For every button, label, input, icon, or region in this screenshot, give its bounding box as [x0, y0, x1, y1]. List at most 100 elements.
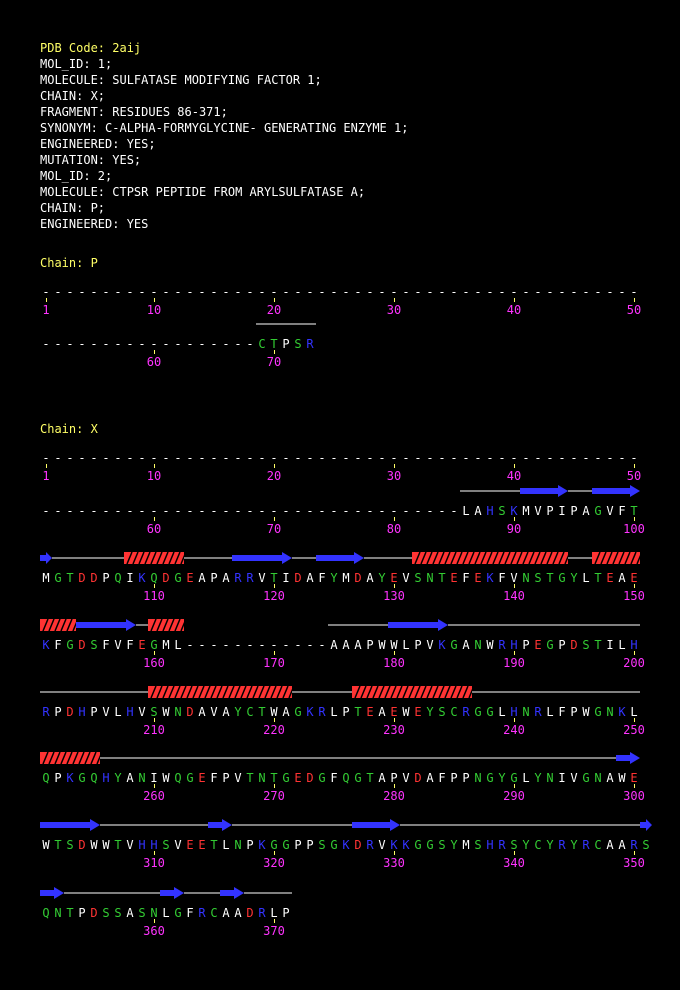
residue: V [402, 571, 410, 585]
gap-residue: - [258, 285, 266, 299]
residue: E [414, 705, 422, 719]
gap-residue: - [90, 337, 98, 351]
residue: A [378, 705, 386, 719]
residue: P [570, 504, 578, 518]
residue: T [270, 771, 278, 785]
gap-residue: - [450, 504, 458, 518]
helix-coil [148, 685, 295, 699]
gap-residue: - [318, 451, 326, 465]
residue: P [78, 906, 86, 920]
residue: F [558, 705, 566, 719]
ruler-tick [634, 651, 635, 655]
residue-number: 60 [146, 355, 162, 369]
residue: A [222, 705, 230, 719]
residue: V [234, 771, 242, 785]
residue: P [342, 705, 350, 719]
residue-number: 250 [623, 723, 645, 737]
sequence-row: KFGDSFVFEGML------------AAAPWWLPVKGANWRH… [0, 614, 680, 670]
residue: D [162, 571, 170, 585]
residue: M [42, 571, 50, 585]
residue: P [54, 771, 62, 785]
gap-residue: - [150, 451, 158, 465]
gap-residue: - [390, 451, 398, 465]
gap-residue: - [114, 451, 122, 465]
residue: D [186, 705, 194, 719]
ruler-tick [154, 851, 155, 855]
residue: D [570, 638, 578, 652]
residue: E [198, 771, 206, 785]
gap-residue: - [630, 451, 638, 465]
residue: H [486, 504, 494, 518]
ruler-tick [274, 784, 275, 788]
residue: D [294, 571, 302, 585]
residue: A [126, 771, 134, 785]
residue: W [270, 705, 278, 719]
residue: S [150, 705, 158, 719]
residue-number: 190 [503, 656, 525, 670]
residue: G [174, 906, 182, 920]
residue: T [546, 571, 554, 585]
gap-residue: - [42, 451, 50, 465]
residue: T [630, 504, 638, 518]
residue: S [90, 638, 98, 652]
residue: N [522, 571, 530, 585]
residue: P [222, 771, 230, 785]
helix-coil [592, 551, 643, 565]
gap-residue: - [318, 504, 326, 518]
gap-residue: - [282, 451, 290, 465]
residue: N [594, 771, 602, 785]
residue: D [90, 906, 98, 920]
gap-residue: - [270, 504, 278, 518]
residue: G [582, 771, 590, 785]
helix-coil [40, 618, 79, 632]
residue: N [150, 906, 158, 920]
gap-residue: - [90, 504, 98, 518]
residue: Q [90, 771, 98, 785]
residue: G [546, 638, 554, 652]
residue: N [258, 771, 266, 785]
residue: P [414, 638, 422, 652]
residue-number: 180 [383, 656, 405, 670]
ruler-tick [514, 718, 515, 722]
gap-residue: - [558, 451, 566, 465]
helix-coil [352, 685, 475, 699]
residue: A [618, 838, 626, 852]
residue: L [330, 705, 338, 719]
residue: P [54, 705, 62, 719]
gap-residue: - [306, 504, 314, 518]
residue: K [402, 838, 410, 852]
gap-residue: - [66, 285, 74, 299]
gap-residue: - [186, 337, 194, 351]
residue: R [306, 337, 314, 351]
residue: L [222, 838, 230, 852]
residue-number: 70 [266, 522, 282, 536]
residue: K [306, 705, 314, 719]
residue: P [210, 571, 218, 585]
residue-number: 350 [623, 856, 645, 870]
header-line: ENGINEERED: YES [40, 217, 149, 231]
residue: T [66, 906, 74, 920]
residue: W [162, 705, 170, 719]
gap-residue: - [234, 451, 242, 465]
residue: T [594, 638, 602, 652]
gap-residue: - [510, 285, 518, 299]
ruler-tick [154, 919, 155, 923]
residue: S [102, 906, 110, 920]
residue: T [270, 337, 278, 351]
gap-residue: - [522, 451, 530, 465]
gap-residue: - [150, 285, 158, 299]
residue: L [462, 504, 470, 518]
residue: A [234, 906, 242, 920]
residue: F [102, 638, 110, 652]
ruler-tick [154, 517, 155, 521]
ruler-tick [154, 718, 155, 722]
gap-residue: - [186, 638, 194, 652]
gap-residue: - [114, 337, 122, 351]
gap-residue: - [282, 638, 290, 652]
sequence-row: RPDHPVLHVSWNDAVAYCTWAGKRLPTEAEWEYSCRGGLH… [0, 681, 680, 737]
ruler-tick [274, 851, 275, 855]
residue-number: 150 [623, 589, 645, 603]
residue: S [318, 838, 326, 852]
gap-residue: - [150, 504, 158, 518]
residue-number: 240 [503, 723, 525, 737]
